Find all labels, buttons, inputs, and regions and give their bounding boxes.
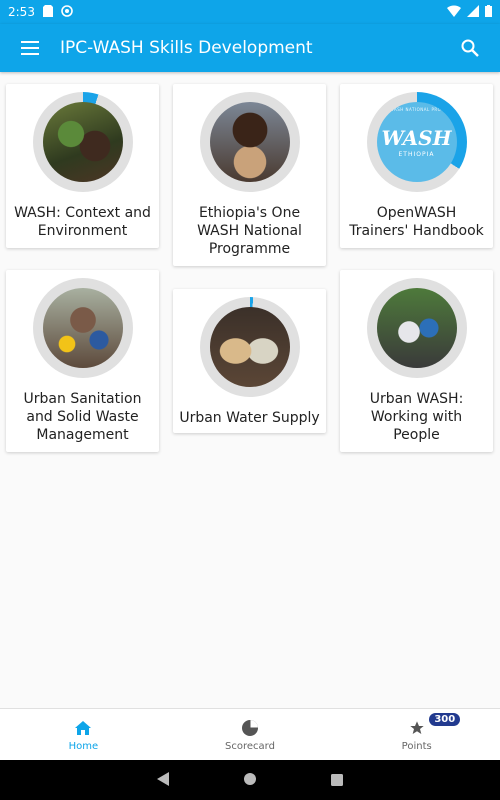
course-label: WASH: Context and Environment	[14, 205, 151, 239]
water-glasses-photo	[209, 307, 290, 387]
logo-ring-text: ONE WASH NATIONAL PROGRAM	[377, 107, 456, 112]
app-title: IPC-WASH Skills Development	[60, 38, 313, 58]
wifi-icon	[447, 4, 461, 20]
meeting-photo	[376, 288, 457, 368]
course-card-urban-sanitation[interactable]: Urban Sanitation and Solid Waste Managem…	[6, 270, 159, 452]
course-label: Urban Water Supply	[179, 410, 320, 426]
sd-card-icon	[42, 4, 53, 20]
nav-label-scorecard: Scorecard	[225, 741, 275, 752]
home-button-icon[interactable]	[243, 771, 257, 790]
course-label: Urban Sanitation and Solid Waste Managem…	[23, 391, 142, 443]
pie-chart-icon	[239, 717, 261, 739]
search-icon[interactable]	[452, 30, 488, 66]
back-icon[interactable]	[157, 771, 169, 790]
nav-label-points: Points	[401, 741, 432, 752]
recents-icon[interactable]	[331, 771, 343, 790]
course-label: OpenWASH Trainers' Handbook	[349, 205, 484, 239]
progress-ring	[32, 92, 133, 192]
points-badge: 300	[429, 713, 461, 726]
logo-text: WASH	[381, 126, 452, 150]
progress-ring	[199, 92, 300, 192]
battery-icon	[485, 4, 492, 20]
app-bar: IPC-WASH Skills Development	[0, 24, 500, 72]
nav-item-scorecard[interactable]: Scorecard	[167, 709, 334, 760]
status-bar: 2:53	[0, 0, 500, 24]
market-crowd-photo	[42, 288, 123, 368]
logo-subtext: ETHIOPIA	[398, 151, 435, 158]
course-card-one-wash-programme[interactable]: Ethiopia's One WASH National Programme	[173, 84, 326, 266]
nav-item-points[interactable]: Points 300	[333, 709, 500, 760]
course-card-urban-wash-people[interactable]: Urban WASH: Working with People	[340, 270, 493, 452]
progress-ring	[366, 278, 467, 378]
progress-ring	[199, 297, 300, 397]
onewash-logo: ONE WASH NATIONAL PROGRAM WASH ETHIOPIA	[376, 102, 457, 182]
home-icon	[72, 717, 94, 739]
course-label: Ethiopia's One WASH National Programme	[197, 205, 302, 257]
progress-ring: ONE WASH NATIONAL PROGRAM WASH ETHIOPIA	[366, 92, 467, 192]
course-card-openwash-handbook[interactable]: ONE WASH NATIONAL PROGRAM WASH ETHIOPIA …	[340, 84, 493, 248]
nav-item-home[interactable]: Home	[0, 709, 167, 760]
menu-icon[interactable]	[12, 30, 48, 66]
status-time: 2:53	[8, 5, 35, 19]
progress-ring	[32, 278, 133, 378]
signal-icon	[467, 4, 479, 20]
child-hands-photo	[209, 102, 290, 182]
system-nav-bar	[0, 760, 500, 800]
course-card-wash-context[interactable]: WASH: Context and Environment	[6, 84, 159, 248]
course-label: Urban WASH: Working with People	[369, 391, 464, 443]
star-icon	[406, 717, 428, 739]
plant-nursery-photo	[42, 102, 123, 182]
bottom-nav: Home Scorecard Points 300	[0, 708, 500, 760]
course-card-urban-water-supply[interactable]: Urban Water Supply	[173, 289, 326, 433]
sync-icon	[61, 4, 73, 20]
nav-label-home: Home	[68, 741, 99, 752]
